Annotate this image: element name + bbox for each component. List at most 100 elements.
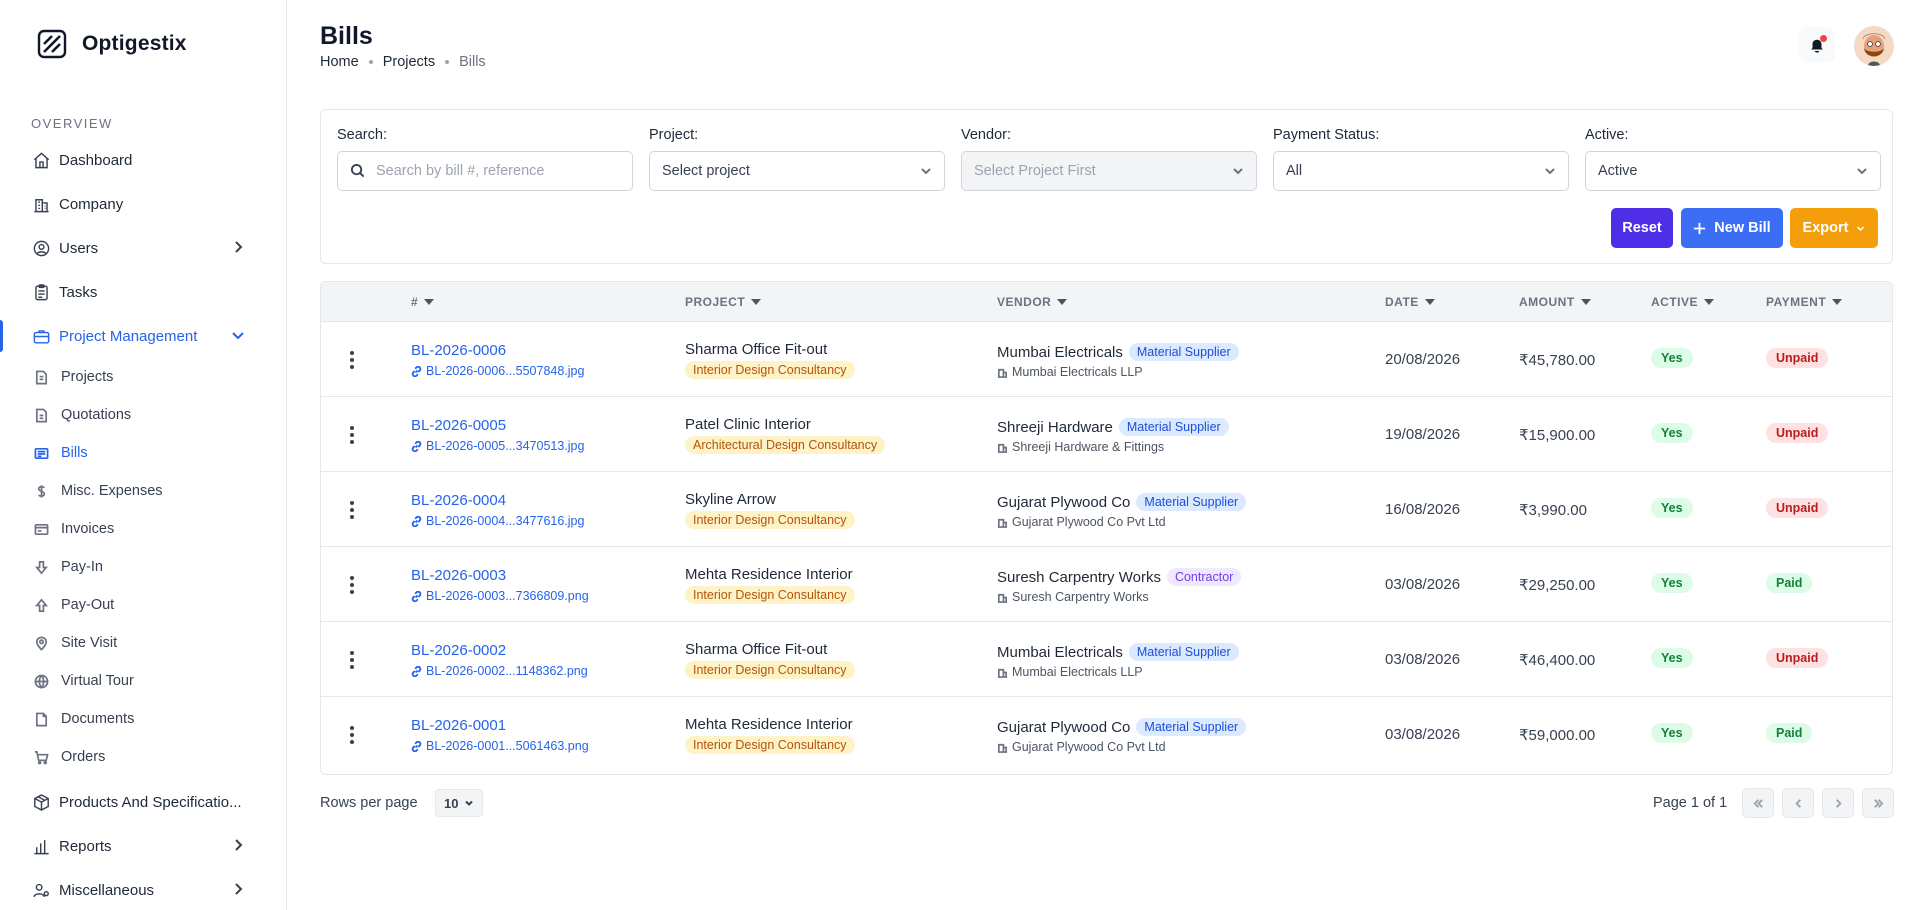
table-row: BL-2026-0006 BL-2026-0006...5507848.jpg … bbox=[321, 322, 1892, 397]
project-select[interactable]: Select project bbox=[649, 151, 945, 191]
attachment-link[interactable]: BL-2026-0003...7366809.png bbox=[411, 589, 589, 603]
active-status-badge: Yes bbox=[1651, 498, 1693, 518]
sidebar-item-company[interactable]: Company bbox=[0, 182, 287, 226]
row-actions-kebab-icon[interactable] bbox=[345, 574, 359, 596]
sidebar-subitem-projects[interactable]: Projects bbox=[0, 358, 287, 396]
sidebar-subitem-bills[interactable]: Bills bbox=[0, 434, 287, 472]
notifications-button[interactable] bbox=[1799, 27, 1835, 63]
export-button[interactable]: Export bbox=[1790, 208, 1878, 248]
plus-icon bbox=[1694, 222, 1706, 234]
sidebar-subitem-label: Virtual Tour bbox=[61, 673, 134, 689]
sidebar-subitem-documents[interactable]: Documents bbox=[0, 700, 287, 738]
column-header-payment[interactable]: PAYMENT bbox=[1766, 295, 1843, 309]
next-page-button[interactable] bbox=[1822, 788, 1854, 818]
new-bill-button-label: New Bill bbox=[1714, 220, 1771, 236]
briefcase-icon bbox=[31, 326, 51, 346]
bill-date: 03/08/2026 bbox=[1385, 576, 1461, 593]
project-type-badge: Interior Design Consultancy bbox=[685, 586, 855, 604]
dollar-icon bbox=[33, 483, 49, 499]
sidebar-item-reports[interactable]: Reports bbox=[0, 824, 287, 868]
vendor-legal-name: Suresh Carpentry Works bbox=[997, 590, 1149, 604]
column-header-date[interactable]: DATE bbox=[1385, 295, 1435, 309]
bill-number-link[interactable]: BL-2026-0006 bbox=[411, 342, 506, 359]
bill-number-link[interactable]: BL-2026-0002 bbox=[411, 642, 506, 659]
sidebar-subitem-pay-in[interactable]: Pay-In bbox=[0, 548, 287, 586]
rows-per-page-select[interactable]: 10 bbox=[435, 789, 483, 817]
bill-number-link[interactable]: BL-2026-0001 bbox=[411, 717, 506, 734]
column-header-vendor[interactable]: VENDOR bbox=[997, 295, 1068, 309]
row-actions-kebab-icon[interactable] bbox=[345, 724, 359, 746]
attachment-link[interactable]: BL-2026-0005...3470513.jpg bbox=[411, 439, 584, 453]
row-actions-kebab-icon[interactable] bbox=[345, 349, 359, 371]
project-filter: Project: Select project bbox=[649, 127, 945, 191]
sidebar-item-project-management[interactable]: Project Management bbox=[0, 314, 287, 358]
sidebar-subitem-misc-expenses[interactable]: Misc. Expenses bbox=[0, 472, 287, 510]
building-icon bbox=[997, 443, 1008, 453]
vendor-type-badge: Material Supplier bbox=[1118, 418, 1229, 436]
sort-icon bbox=[1424, 299, 1435, 305]
sidebar-item-products[interactable]: Products And Specificatio... bbox=[0, 780, 287, 824]
sidebar-item-users[interactable]: Users bbox=[0, 226, 287, 270]
sidebar-subitem-label: Projects bbox=[61, 369, 114, 385]
bill-date: 16/08/2026 bbox=[1385, 501, 1461, 518]
first-page-button[interactable] bbox=[1742, 788, 1774, 818]
attachment-link[interactable]: BL-2026-0001...5061463.png bbox=[411, 739, 589, 753]
sidebar-subitem-site-visit[interactable]: Site Visit bbox=[0, 624, 287, 662]
sidebar-item-label: Company bbox=[59, 195, 124, 213]
bill-number-link[interactable]: BL-2026-0003 bbox=[411, 567, 506, 584]
sidebar-item-label: Dashboard bbox=[59, 151, 133, 169]
vendor-legal-name: Mumbai Electricals LLP bbox=[997, 365, 1143, 379]
new-bill-button[interactable]: New Bill bbox=[1681, 208, 1783, 248]
attachment-link[interactable]: BL-2026-0006...5507848.jpg bbox=[411, 364, 584, 378]
column-header-amount[interactable]: AMOUNT bbox=[1519, 295, 1591, 309]
sidebar-item-miscellaneous[interactable]: Miscellaneous bbox=[0, 868, 287, 910]
chevron-right-icon bbox=[231, 240, 245, 254]
breadcrumb-separator bbox=[445, 60, 450, 64]
sidebar-subitem-orders[interactable]: Orders bbox=[0, 738, 287, 776]
sidebar-item-label: Reports bbox=[59, 837, 112, 855]
sidebar-item-dashboard[interactable]: Dashboard bbox=[0, 138, 287, 182]
chevron-down-icon bbox=[1544, 165, 1556, 177]
active-select[interactable]: Active bbox=[1585, 151, 1881, 191]
attachment-link[interactable]: BL-2026-0004...3477616.jpg bbox=[411, 514, 584, 528]
breadcrumb-projects[interactable]: Projects bbox=[383, 54, 435, 70]
project-name: Mehta Residence Interior bbox=[685, 716, 853, 733]
attachment-link[interactable]: BL-2026-0002...1148362.png bbox=[411, 664, 588, 678]
sidebar-subitem-quotations[interactable]: Quotations bbox=[0, 396, 287, 434]
row-actions-kebab-icon[interactable] bbox=[345, 499, 359, 521]
reset-button[interactable]: Reset bbox=[1611, 208, 1673, 248]
sidebar-subitem-virtual-tour[interactable]: Virtual Tour bbox=[0, 662, 287, 700]
bill-number-link[interactable]: BL-2026-0004 bbox=[411, 492, 506, 509]
active-status-badge: Yes bbox=[1651, 573, 1693, 593]
previous-page-button[interactable] bbox=[1782, 788, 1814, 818]
brand[interactable]: Optigestix bbox=[36, 28, 187, 60]
sidebar-subitem-invoices[interactable]: Invoices bbox=[0, 510, 287, 548]
bill-number-link[interactable]: BL-2026-0005 bbox=[411, 417, 506, 434]
sidebar-item-tasks[interactable]: Tasks bbox=[0, 270, 287, 314]
search-filter: Search: bbox=[337, 127, 633, 191]
vendor-select[interactable]: Select Project First bbox=[961, 151, 1257, 191]
column-header-number[interactable]: # bbox=[411, 295, 435, 309]
column-header-project[interactable]: PROJECT bbox=[685, 295, 762, 309]
user-avatar[interactable] bbox=[1854, 26, 1894, 66]
sidebar-item-label: Users bbox=[59, 239, 99, 257]
row-actions-kebab-icon[interactable] bbox=[345, 424, 359, 446]
bill-amount: ₹29,250.00 bbox=[1519, 577, 1596, 594]
chevron-down-icon bbox=[920, 165, 932, 177]
breadcrumb-home[interactable]: Home bbox=[320, 54, 359, 70]
sidebar-subitem-label: Documents bbox=[61, 711, 135, 727]
sidebar-subitem-label: Site Visit bbox=[61, 635, 118, 651]
sidebar-subitem-pay-out[interactable]: Pay-Out bbox=[0, 586, 287, 624]
clipboard-icon bbox=[31, 282, 51, 302]
payment-status-badge: Unpaid bbox=[1766, 498, 1829, 518]
vendor-select-value: Select Project First bbox=[974, 163, 1096, 179]
column-header-active[interactable]: ACTIVE bbox=[1651, 295, 1715, 309]
payment-status-select[interactable]: All bbox=[1273, 151, 1569, 191]
last-page-button[interactable] bbox=[1862, 788, 1894, 818]
document-icon bbox=[33, 369, 49, 385]
row-actions-kebab-icon[interactable] bbox=[345, 649, 359, 671]
building-icon bbox=[997, 593, 1008, 603]
search-input[interactable] bbox=[376, 163, 616, 179]
cart-icon bbox=[33, 749, 49, 765]
avatar-icon bbox=[1854, 26, 1894, 66]
